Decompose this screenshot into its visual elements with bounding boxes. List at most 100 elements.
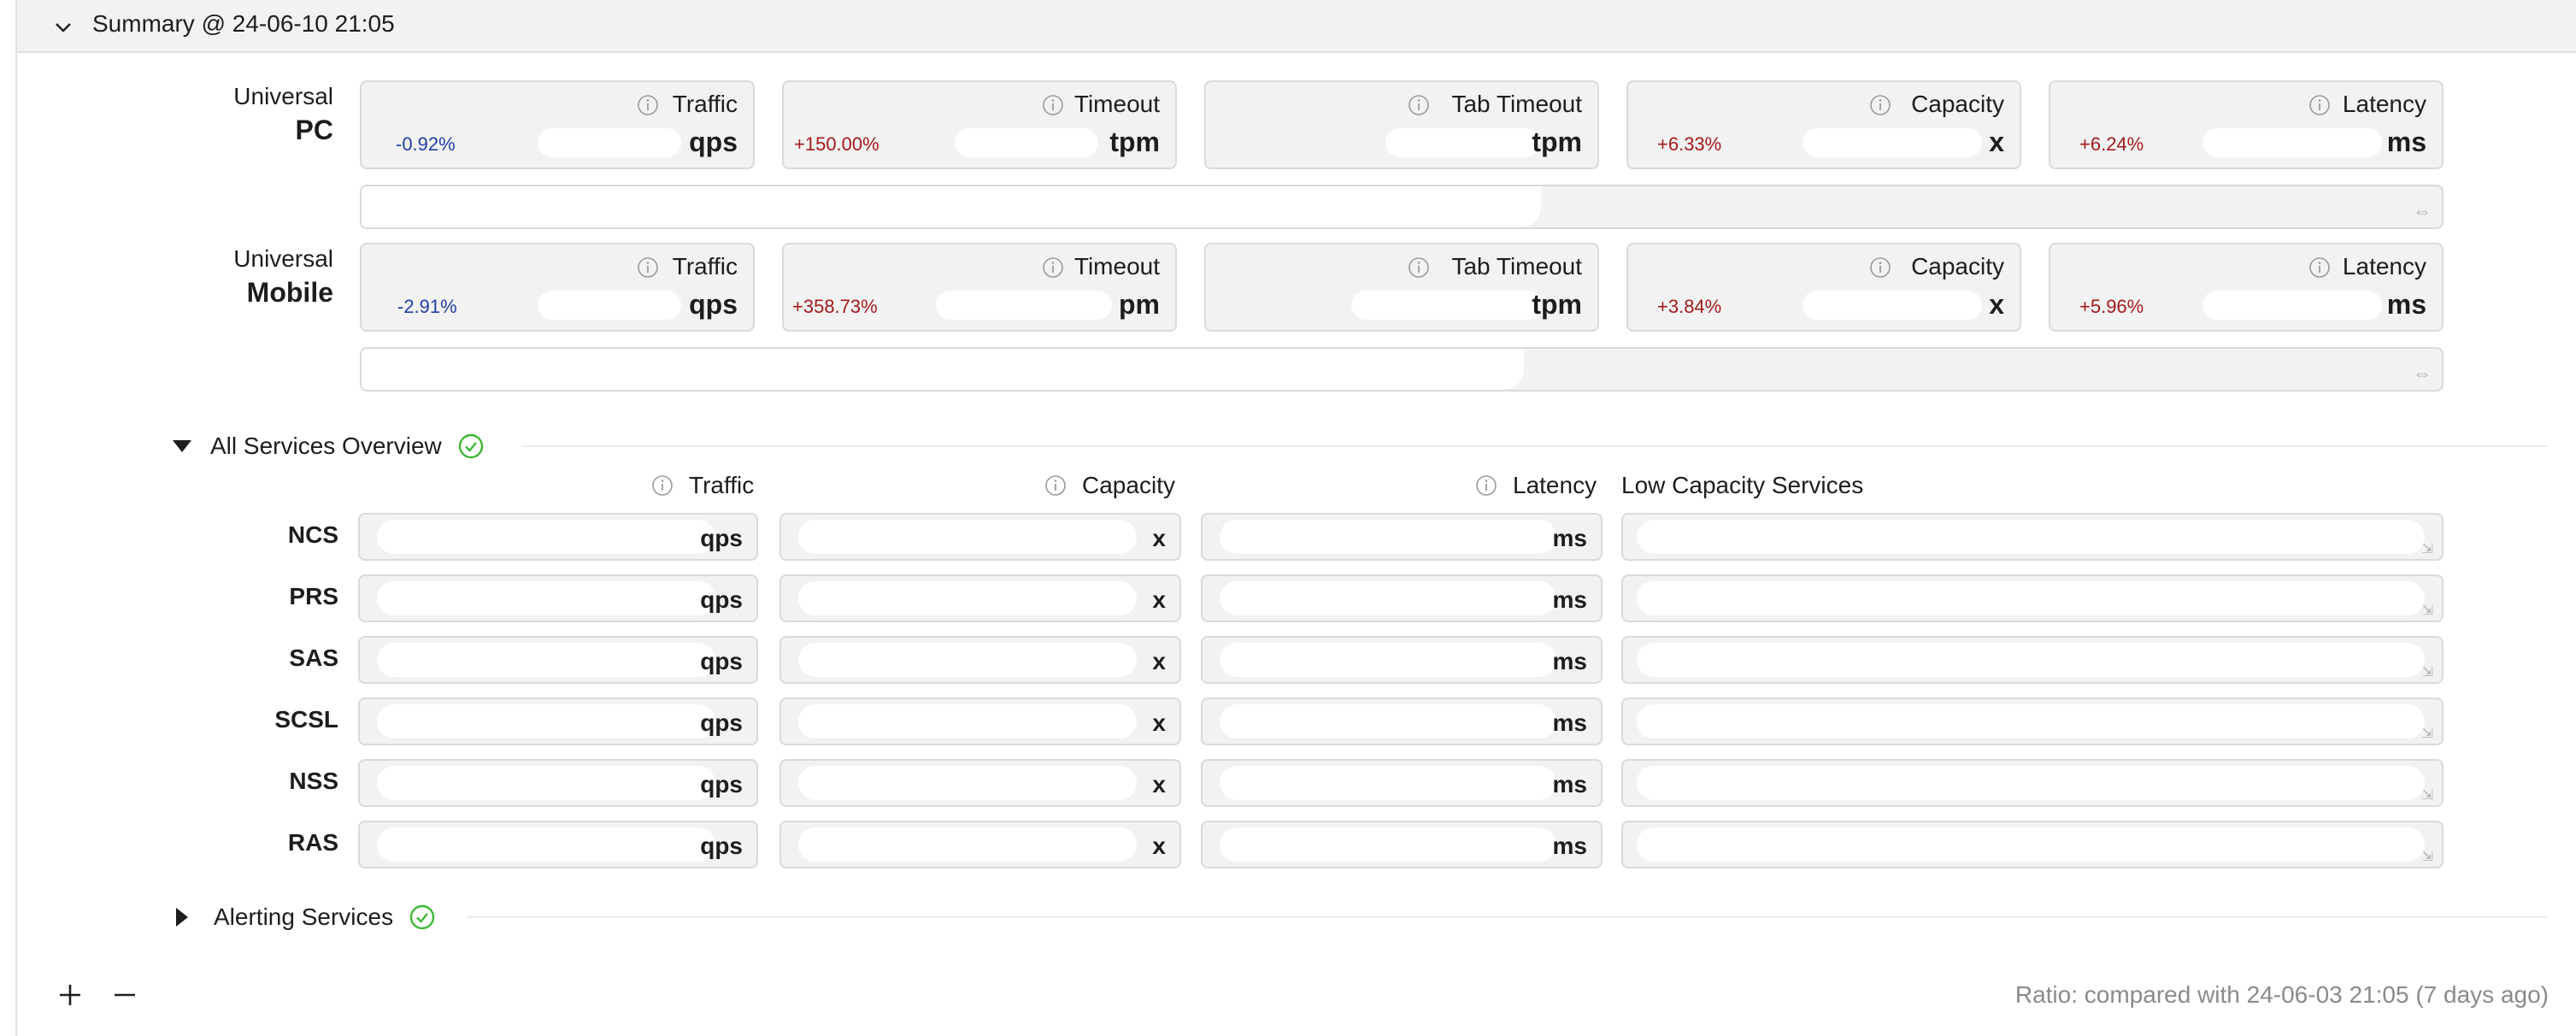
redacted-value — [377, 766, 715, 800]
section-all-services[interactable]: All Services Overview — [173, 433, 485, 460]
info-icon[interactable] — [1408, 94, 1430, 116]
capacity-cell[interactable]: x — [779, 759, 1181, 807]
info-icon[interactable] — [637, 94, 659, 116]
info-icon[interactable] — [1042, 256, 1064, 279]
metric-ratio: +5.96% — [2079, 296, 2144, 317]
section-alerting-services[interactable]: Alerting Services — [176, 904, 436, 931]
resize-icon[interactable]: ⇲ — [2422, 786, 2433, 803]
redacted-value — [538, 291, 681, 320]
low-capacity-services-textarea[interactable]: ⇲ — [1621, 698, 2444, 745]
info-icon[interactable] — [1042, 94, 1064, 116]
metric-card-tab-timeout[interactable]: Tab Timeout tpm — [1204, 243, 1599, 332]
redacted-value — [1803, 128, 1982, 157]
caret-right-icon[interactable] — [176, 908, 188, 927]
low-capacity-services-textarea[interactable]: ⇲ — [1621, 513, 2444, 561]
resize-icon[interactable]: ⇲ — [2422, 602, 2433, 619]
unit-label: ms — [1552, 586, 1587, 613]
low-capacity-services-textarea[interactable]: ⇲ — [1621, 821, 2444, 868]
info-icon[interactable] — [637, 256, 659, 279]
resize-icon[interactable]: ⇲ — [2422, 663, 2433, 680]
metric-ratio: +6.24% — [2079, 133, 2144, 155]
redacted-value — [1637, 766, 2425, 800]
metric-card-timeout[interactable]: Timeout +358.73% pm — [782, 243, 1177, 332]
redacted-value — [1220, 827, 1556, 862]
redacted-value — [798, 581, 1137, 615]
unit-label: ms — [1552, 648, 1587, 674]
capacity-cell[interactable]: x — [779, 574, 1181, 622]
panel-border — [15, 53, 17, 1036]
resize-icon[interactable]: ⇔ — [2413, 200, 2432, 222]
redacted-value — [538, 128, 681, 157]
unit-label: ms — [1552, 525, 1587, 551]
chevron-down-icon[interactable] — [51, 15, 75, 39]
traffic-cell[interactable]: qps — [358, 513, 758, 561]
latency-cell[interactable]: ms — [1201, 698, 1603, 745]
metric-card-tab-timeout[interactable]: Tab Timeout tpm — [1204, 80, 1599, 169]
latency-cell[interactable]: ms — [1201, 513, 1603, 561]
redacted-value — [798, 643, 1137, 677]
check-circle-icon — [458, 433, 483, 459]
latency-cell[interactable]: ms — [1201, 821, 1603, 868]
caret-down-icon[interactable] — [173, 440, 191, 452]
capacity-cell[interactable]: x — [779, 698, 1181, 745]
traffic-cell[interactable]: qps — [358, 759, 758, 807]
info-icon[interactable] — [2308, 94, 2331, 116]
redacted-value — [362, 349, 1524, 390]
service-name: NSS — [289, 768, 338, 794]
capacity-cell[interactable]: x — [779, 636, 1181, 684]
unit-label: qps — [700, 709, 743, 736]
low-capacity-services-textarea[interactable]: ⇲ — [1621, 574, 2444, 622]
traffic-cell[interactable]: qps — [358, 698, 758, 745]
column-header-traffic: Traffic — [651, 472, 754, 499]
unit-label: x — [1152, 586, 1166, 613]
unit-label: x — [1152, 771, 1166, 798]
unit-label: ms — [1552, 833, 1587, 859]
low-capacity-services-textarea[interactable]: ⇲ — [1621, 759, 2444, 807]
latency-cell[interactable]: ms — [1201, 759, 1603, 807]
info-icon[interactable] — [1475, 474, 1497, 497]
latency-cell[interactable]: ms — [1201, 636, 1603, 684]
redacted-value — [362, 186, 1541, 227]
resize-icon[interactable]: ⇲ — [2422, 848, 2433, 865]
unit-label: x — [1152, 709, 1166, 736]
column-header-capacity: Capacity — [1044, 472, 1175, 499]
metric-card-capacity[interactable]: Capacity +6.33% x — [1626, 80, 2021, 169]
info-icon[interactable] — [1044, 474, 1067, 497]
metric-card-traffic[interactable]: Traffic -2.91% qps — [360, 243, 755, 332]
traffic-cell[interactable]: qps — [358, 636, 758, 684]
add-button[interactable] — [53, 978, 87, 1012]
traffic-cell[interactable]: qps — [358, 574, 758, 622]
metric-title: Tab Timeout — [1451, 253, 1582, 280]
info-icon[interactable] — [1869, 94, 1891, 116]
section-divider — [467, 916, 2547, 918]
details-textarea-pc[interactable]: ⇔ — [360, 185, 2444, 229]
metric-card-traffic[interactable]: Traffic -0.92% qps — [360, 80, 755, 169]
info-icon[interactable] — [2308, 256, 2331, 279]
low-capacity-services-textarea[interactable]: ⇲ — [1621, 636, 2444, 684]
info-icon[interactable] — [1869, 256, 1891, 279]
info-icon[interactable] — [651, 474, 673, 497]
capacity-cell[interactable]: x — [779, 821, 1181, 868]
group-name: PC — [295, 115, 333, 145]
redacted-value — [1220, 520, 1556, 554]
resize-icon[interactable]: ⇲ — [2422, 725, 2433, 742]
info-icon[interactable] — [1408, 256, 1430, 279]
capacity-cell[interactable]: x — [779, 513, 1181, 561]
resize-icon[interactable]: ⇲ — [2422, 540, 2433, 557]
unit-label: x — [1152, 648, 1166, 674]
metric-card-capacity[interactable]: Capacity +3.84% x — [1626, 243, 2021, 332]
details-textarea-mobile[interactable]: ⇔ — [360, 347, 2444, 391]
unit-label: x — [1152, 833, 1166, 859]
metric-card-latency[interactable]: Latency +5.96% ms — [2049, 243, 2444, 332]
traffic-cell[interactable]: qps — [358, 821, 758, 868]
metric-card-timeout[interactable]: Timeout +150.00% tpm — [782, 80, 1177, 169]
redacted-value — [798, 766, 1137, 800]
service-name: SCSL — [274, 706, 338, 733]
summary-header[interactable]: Summary @ 24-06-10 21:05 — [15, 0, 2576, 53]
latency-cell[interactable]: ms — [1201, 574, 1603, 622]
metric-card-latency[interactable]: Latency +6.24% ms — [2049, 80, 2444, 169]
resize-icon[interactable]: ⇔ — [2413, 362, 2432, 385]
unit-label: ms — [1552, 709, 1587, 736]
remove-button[interactable] — [108, 978, 142, 1012]
redacted-value — [1637, 704, 2425, 739]
